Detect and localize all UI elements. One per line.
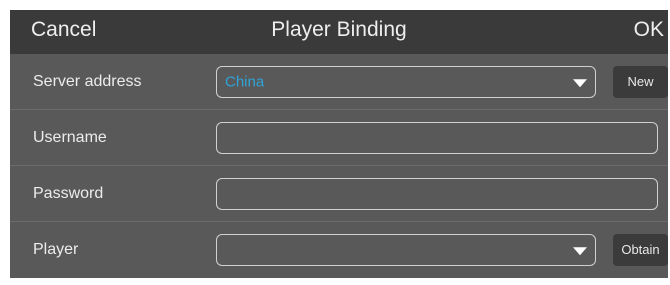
ok-button[interactable]: OK [634,18,664,42]
player-row: Player Obtain [10,222,668,277]
password-row: Password [10,166,668,222]
obtain-player-button[interactable]: Obtain [613,233,668,266]
dialog-title: Player Binding [271,18,407,41]
server-address-label: Server address [33,72,142,90]
new-server-button[interactable]: New [613,65,668,98]
server-address-value: China [225,73,265,90]
cancel-button[interactable]: Cancel [31,18,96,42]
password-input[interactable] [216,177,658,210]
username-input[interactable] [216,121,658,154]
caret-down-icon [573,246,587,255]
username-row: Username [10,110,668,166]
player-select[interactable] [216,233,596,266]
server-address-select[interactable]: China [216,65,596,98]
player-binding-dialog: Cancel Player Binding OK Server address … [10,10,668,278]
player-label: Player [33,240,79,258]
username-label: Username [33,128,107,146]
dialog-header: Cancel Player Binding OK [10,10,668,54]
server-address-row: Server address China New [10,54,668,110]
caret-down-icon [573,78,587,87]
password-label: Password [33,184,104,202]
